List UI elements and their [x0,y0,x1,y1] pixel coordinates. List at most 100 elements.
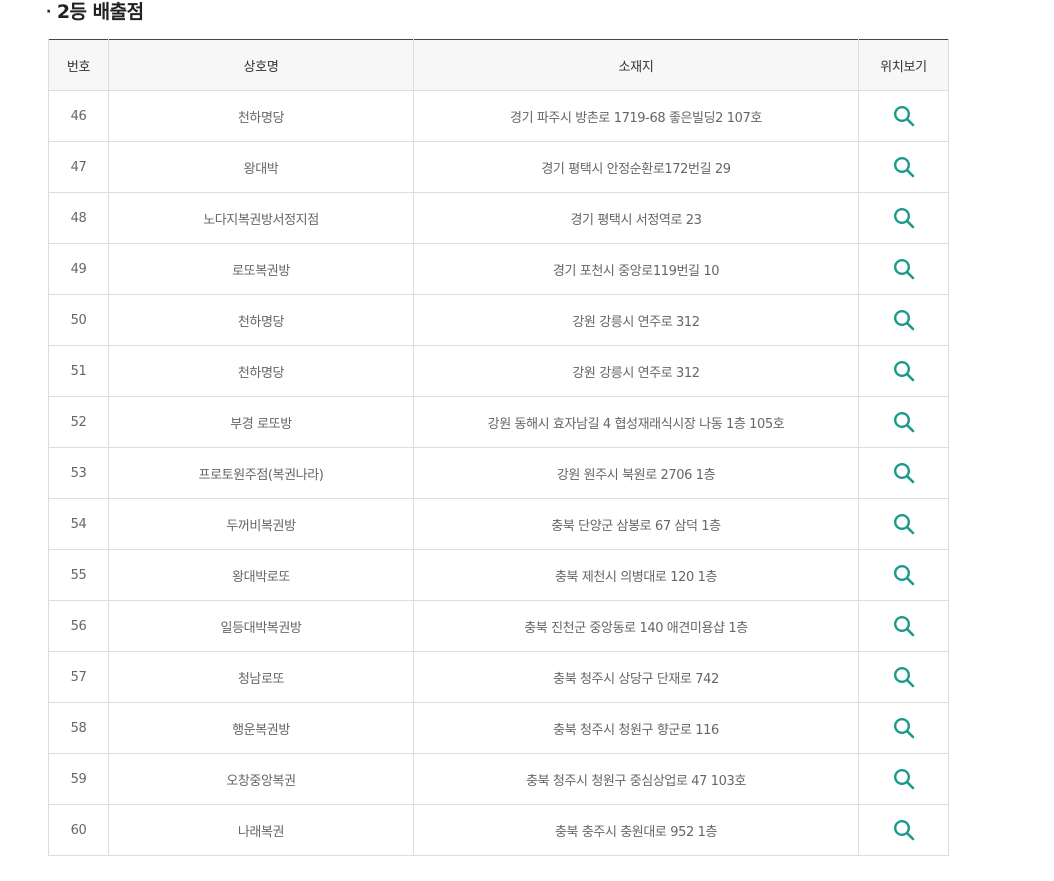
row-location [858,549,949,601]
row-address: 강원 동해시 효자남길 4 협성재래식시장 나동 1층 105호 [413,396,859,448]
row-location [858,345,949,397]
search-icon[interactable] [892,818,916,842]
row-location [858,498,949,550]
table-row: 59 오창중앙복권 충북 청주시 청원구 중심상업로 47 103호 [48,753,949,805]
row-address: 충북 단양군 삼봉로 67 삼덕 1층 [413,498,859,550]
table-row: 51 천하명당 강원 강릉시 연주로 312 [48,345,949,397]
row-location [858,447,949,499]
table-header-row: 번호 상호명 소재지 위치보기 [48,39,949,91]
table-row: 54 두꺼비복권방 충북 단양군 삼봉로 67 삼덕 1층 [48,498,949,550]
search-icon[interactable] [892,206,916,230]
row-shop-name: 일등대박복권방 [108,600,414,652]
table-row: 49 로또복권방 경기 포천시 중앙로119번길 10 [48,243,949,295]
row-address: 충북 진천군 중앙동로 140 애견미용샵 1층 [413,600,859,652]
search-icon[interactable] [892,563,916,587]
row-number: 50 [48,294,109,346]
search-icon[interactable] [892,767,916,791]
row-address: 충북 청주시 청원구 향군로 116 [413,702,859,754]
row-shop-name: 천하명당 [108,345,414,397]
row-number: 55 [48,549,109,601]
row-address: 충북 청주시 상당구 단재로 742 [413,651,859,703]
row-number: 60 [48,804,109,856]
table-row: 52 부경 로또방 강원 동해시 효자남길 4 협성재래식시장 나동 1층 105호 [48,396,949,448]
section-title: · 2등 배출점 [46,0,144,26]
search-icon[interactable] [892,614,916,638]
row-address: 강원 강릉시 연주로 312 [413,345,859,397]
table-body: 46 천하명당 경기 파주시 방촌로 1719-68 좋은빌딩2 107호 47 왕대박… [48,90,949,856]
row-address: 충북 충주시 충원대로 952 1층 [413,804,859,856]
search-icon[interactable] [892,512,916,536]
row-location [858,396,949,448]
search-icon[interactable] [892,359,916,383]
table-row: 55 왕대박로또 충북 제천시 의병대로 120 1층 [48,549,949,601]
search-icon[interactable] [892,104,916,128]
row-location [858,600,949,652]
header-shop-name: 상호명 [108,39,414,91]
row-number: 52 [48,396,109,448]
table-row: 47 왕대박 경기 평택시 안정순환로172번길 29 [48,141,949,193]
row-address: 경기 평택시 서정역로 23 [413,192,859,244]
row-shop-name: 로또복권방 [108,243,414,295]
row-shop-name: 부경 로또방 [108,396,414,448]
row-shop-name: 천하명당 [108,294,414,346]
table-row: 46 천하명당 경기 파주시 방촌로 1719-68 좋은빌딩2 107호 [48,90,949,142]
row-shop-name: 나래복권 [108,804,414,856]
search-icon[interactable] [892,461,916,485]
table-row: 57 청남로또 충북 청주시 상당구 단재로 742 [48,651,949,703]
row-address: 충북 제천시 의병대로 120 1층 [413,549,859,601]
row-number: 51 [48,345,109,397]
search-icon[interactable] [892,155,916,179]
winning-shops-table: 번호 상호명 소재지 위치보기 46 천하명당 경기 파주시 방촌로 1719-68… [48,39,949,856]
section-title-text: 2등 배출점 [56,1,144,23]
search-icon[interactable] [892,665,916,689]
row-number: 49 [48,243,109,295]
search-icon[interactable] [892,308,916,332]
row-number: 57 [48,651,109,703]
row-location [858,753,949,805]
row-shop-name: 왕대박로또 [108,549,414,601]
row-number: 59 [48,753,109,805]
row-location [858,243,949,295]
row-address: 경기 평택시 안정순환로172번길 29 [413,141,859,193]
search-icon[interactable] [892,716,916,740]
row-address: 충북 청주시 청원구 중심상업로 47 103호 [413,753,859,805]
row-number: 48 [48,192,109,244]
table-row: 60 나래복권 충북 충주시 충원대로 952 1층 [48,804,949,856]
row-number: 47 [48,141,109,193]
header-number: 번호 [48,39,109,91]
search-icon[interactable] [892,410,916,434]
row-location [858,141,949,193]
table-row: 50 천하명당 강원 강릉시 연주로 312 [48,294,949,346]
row-number: 53 [48,447,109,499]
row-location [858,90,949,142]
header-location: 위치보기 [858,39,949,91]
winning-shops-table-container: 번호 상호명 소재지 위치보기 46 천하명당 경기 파주시 방촌로 1719-68… [48,39,949,856]
row-location [858,702,949,754]
row-number: 54 [48,498,109,550]
row-shop-name: 행운복권방 [108,702,414,754]
row-number: 46 [48,90,109,142]
table-row: 53 프로토원주점(복권나라) 강원 원주시 북원로 2706 1층 [48,447,949,499]
row-address: 강원 원주시 북원로 2706 1층 [413,447,859,499]
table-row: 56 일등대박복권방 충북 진천군 중앙동로 140 애견미용샵 1층 [48,600,949,652]
row-shop-name: 왕대박 [108,141,414,193]
title-bullet: · [46,4,51,20]
row-location [858,804,949,856]
row-shop-name: 천하명당 [108,90,414,142]
header-address: 소재지 [413,39,859,91]
row-number: 56 [48,600,109,652]
row-shop-name: 청남로또 [108,651,414,703]
row-location [858,294,949,346]
row-shop-name: 오창중앙복권 [108,753,414,805]
row-address: 강원 강릉시 연주로 312 [413,294,859,346]
row-shop-name: 프로토원주점(복권나라) [108,447,414,499]
row-location [858,192,949,244]
search-icon[interactable] [892,257,916,281]
row-shop-name: 노다지복권방서정지점 [108,192,414,244]
row-shop-name: 두꺼비복권방 [108,498,414,550]
row-number: 58 [48,702,109,754]
table-row: 58 행운복권방 충북 청주시 청원구 향군로 116 [48,702,949,754]
row-address: 경기 파주시 방촌로 1719-68 좋은빌딩2 107호 [413,90,859,142]
table-row: 48 노다지복권방서정지점 경기 평택시 서정역로 23 [48,192,949,244]
row-address: 경기 포천시 중앙로119번길 10 [413,243,859,295]
